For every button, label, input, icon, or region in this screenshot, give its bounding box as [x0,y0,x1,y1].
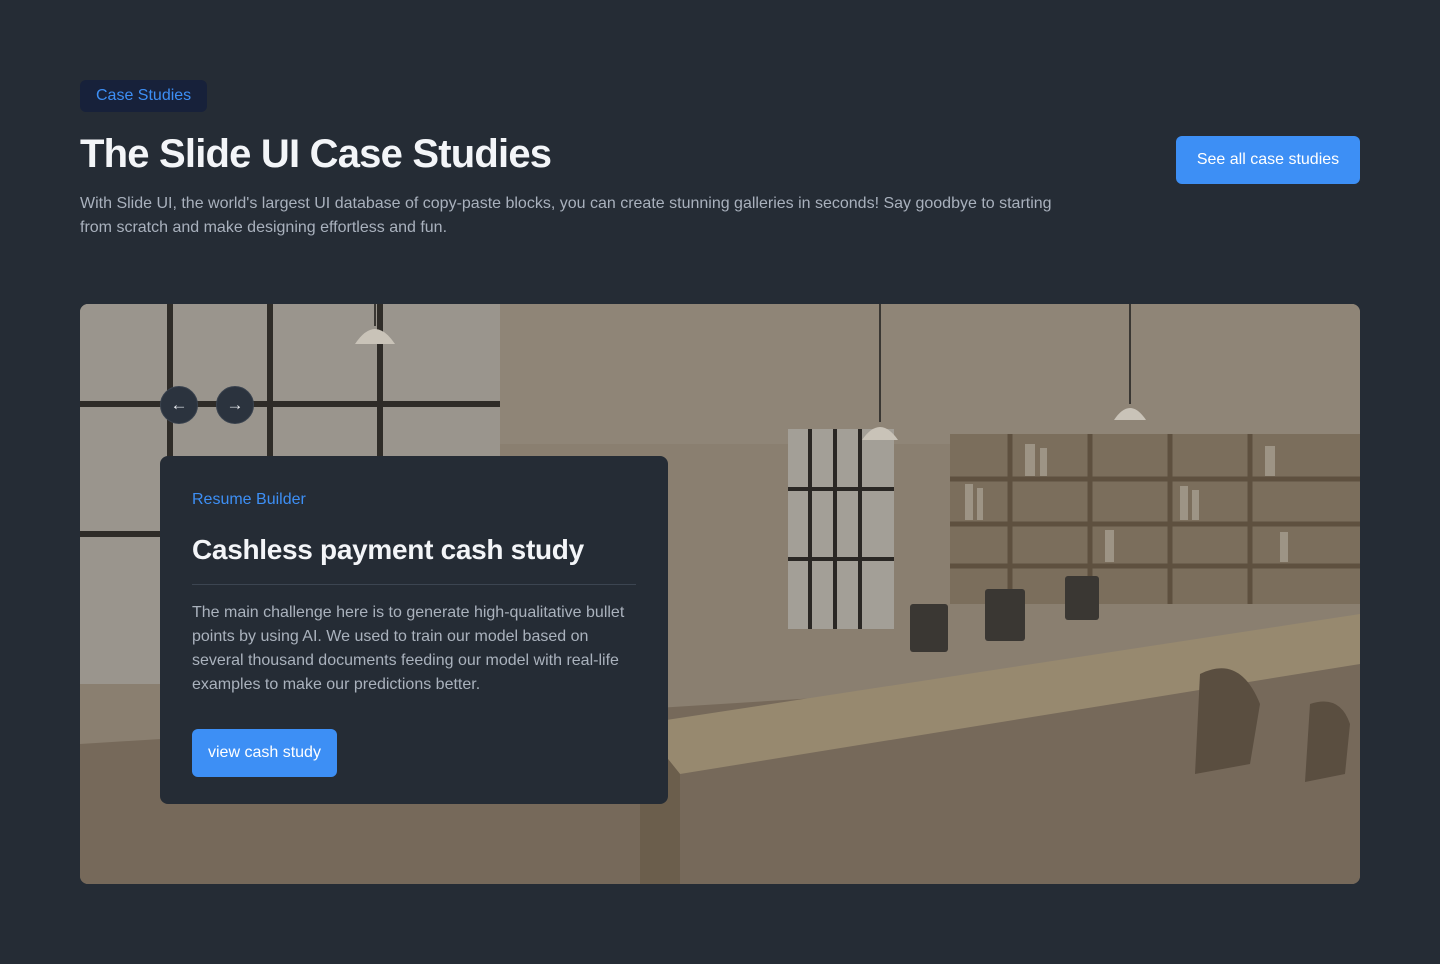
card-title: Cashless payment cash study [192,534,584,565]
arrow-right-icon: → [226,395,244,414]
hero-image: ← → Resume Builder Cashless payment cash… [80,304,1360,884]
arrow-left-icon: ← [170,395,188,414]
view-case-study-button[interactable]: view cash study [192,729,337,777]
card-description: The main challenge here is to generate h… [192,604,625,693]
page-title: The Slide UI Case Studies [80,132,552,176]
next-slide-button[interactable]: → [216,386,254,424]
section-description: With Slide UI, the world's largest UI da… [80,195,1052,236]
section-badge: Case Studies [80,80,208,112]
card-category: Resume Builder [192,491,306,508]
case-study-card: Resume Builder Cashless payment cash stu… [160,456,668,804]
card-divider [192,584,636,585]
case-studies-section: Case Studies The Slide UI Case Studies W… [0,0,1440,964]
see-all-case-studies-button[interactable]: See all case studies [1176,136,1360,184]
prev-slide-button[interactable]: ← [160,386,198,424]
